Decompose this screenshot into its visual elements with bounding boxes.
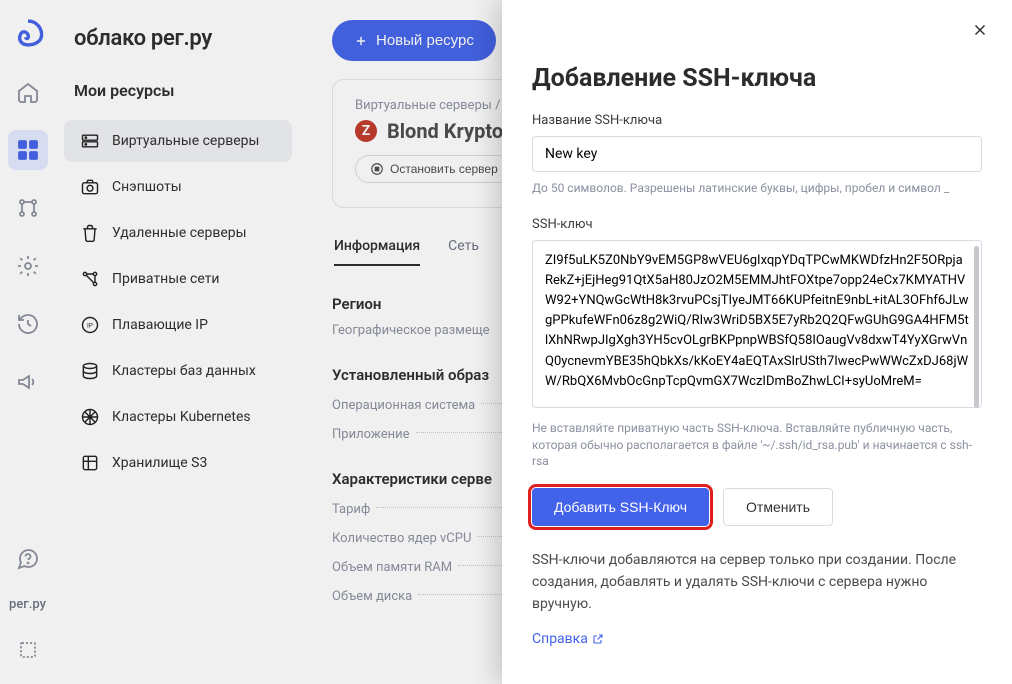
- textarea-scrollbar[interactable]: [974, 246, 979, 408]
- rail-support[interactable]: [8, 539, 48, 579]
- ssh-key-label: SSH-ключ: [532, 217, 982, 232]
- tariff-label: Тариф: [332, 502, 370, 517]
- help-link-label: Справка: [532, 631, 588, 647]
- sidebar-item-label: Кластеры Kubernetes: [112, 409, 251, 425]
- tab-info[interactable]: Информация: [334, 232, 420, 266]
- sidebar-item-deleted-servers[interactable]: Удаленные серверы: [64, 212, 292, 254]
- drawer-close-button[interactable]: [968, 18, 992, 42]
- rail-brand-text: рег.ру: [9, 593, 46, 616]
- sidebar-item-private-networks[interactable]: Приватные сети: [64, 258, 292, 300]
- rail-collapse[interactable]: [8, 630, 48, 670]
- ram-label: Объем памяти RAM: [332, 560, 452, 575]
- sidebar-item-db-clusters[interactable]: Кластеры баз данных: [64, 350, 292, 392]
- icon-rail: рег.ру: [0, 0, 56, 684]
- sidebar-section-title: Мои ресурсы: [56, 51, 300, 116]
- sidebar-item-label: Плавающие IP: [112, 317, 208, 333]
- sidebar-item-s3-storage[interactable]: Хранилище S3: [64, 442, 292, 484]
- sidebar-item-label: Удаленные серверы: [112, 225, 247, 241]
- rail-history[interactable]: [8, 304, 48, 344]
- vm-title: Blond Krypto: [387, 119, 503, 143]
- sidebar-item-virtual-servers[interactable]: Виртуальные серверы: [64, 120, 292, 162]
- help-link[interactable]: Справка: [532, 631, 982, 647]
- drawer-title: Добавление SSH-ключа: [532, 64, 982, 93]
- sidebar-item-label: Кластеры баз данных: [112, 363, 256, 379]
- app-label: Приложение: [332, 427, 410, 442]
- svg-text:IP: IP: [87, 322, 93, 330]
- disk-label: Объем диска: [332, 589, 412, 604]
- ssh-name-input[interactable]: [532, 136, 982, 172]
- logo-icon: [11, 16, 45, 54]
- stop-server-button[interactable]: Остановить сервер: [355, 155, 513, 183]
- rail-monitoring[interactable]: [8, 188, 48, 228]
- external-link-icon: [592, 633, 604, 645]
- cancel-button[interactable]: Отменить: [723, 488, 833, 526]
- vm-badge-icon: Z: [355, 120, 377, 142]
- tab-network[interactable]: Сеть: [448, 232, 479, 266]
- add-ssh-submit-button[interactable]: Добавить SSH-Ключ: [532, 488, 709, 526]
- sidebar-item-label: Приватные сети: [112, 271, 220, 287]
- new-resource-label: Новый ресурс: [376, 32, 474, 49]
- rail-settings[interactable]: [8, 246, 48, 286]
- ssh-name-label: Название SSH-ключа: [532, 113, 982, 128]
- sidebar-item-k8s-clusters[interactable]: Кластеры Kubernetes: [64, 396, 292, 438]
- brand-title: облако рег.ру: [56, 26, 300, 51]
- sidebar-item-label: Хранилище S3: [112, 455, 207, 471]
- ssh-key-helper: Не вставляйте приватную часть SSH-ключа.…: [532, 420, 982, 470]
- new-resource-button[interactable]: Новый ресурс: [332, 20, 496, 61]
- rail-resources[interactable]: [8, 130, 48, 170]
- sidebar-item-snapshots[interactable]: Снэпшоты: [64, 166, 292, 208]
- sidebar-item-label: Виртуальные серверы: [112, 133, 259, 149]
- vcpu-label: Количество ядер vCPU: [332, 531, 471, 546]
- drawer-note: SSH-ключи добавляются на сервер только п…: [532, 550, 982, 615]
- add-ssh-drawer: Добавление SSH-ключа Название SSH-ключа …: [502, 0, 1012, 684]
- ssh-name-helper: До 50 символов. Разрешены латинские букв…: [532, 180, 982, 197]
- rail-home[interactable]: [8, 72, 48, 112]
- ssh-key-textarea[interactable]: [532, 240, 982, 408]
- sidebar-item-floating-ip[interactable]: IP Плавающие IP: [64, 304, 292, 346]
- sidebar: облако рег.ру Мои ресурсы Виртуальные се…: [56, 0, 300, 684]
- os-label: Операционная система: [332, 398, 475, 413]
- stop-server-label: Остановить сервер: [390, 162, 498, 176]
- rail-announce[interactable]: [8, 362, 48, 402]
- sidebar-item-label: Снэпшоты: [112, 179, 182, 195]
